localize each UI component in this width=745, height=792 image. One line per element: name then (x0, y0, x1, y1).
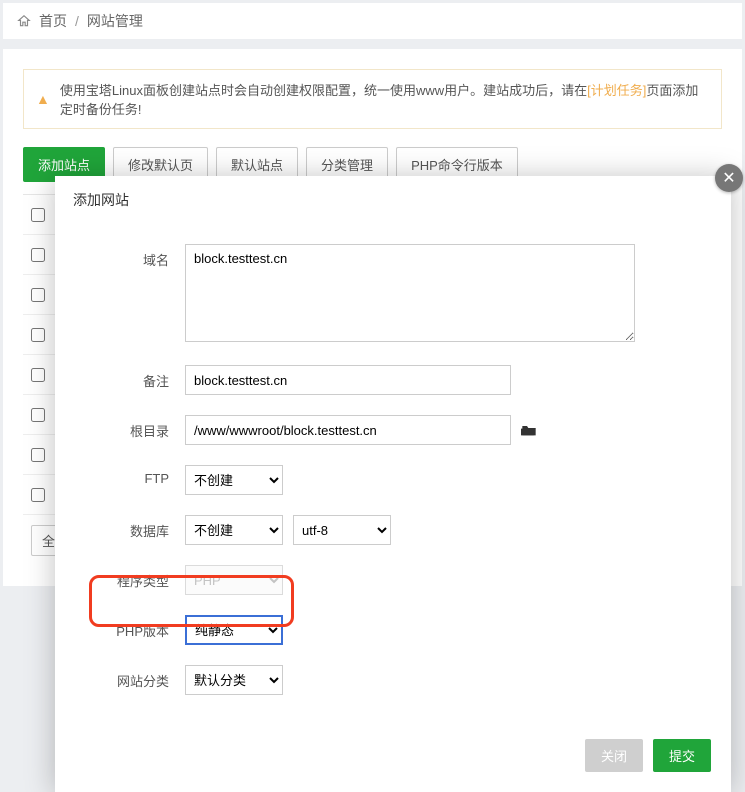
program-select: PHP (185, 565, 283, 595)
label-domain: 域名 (95, 244, 185, 269)
label-database: 数据库 (95, 515, 185, 540)
label-category: 网站分类 (95, 665, 185, 690)
remark-input[interactable] (185, 365, 511, 395)
label-program: 程序类型 (95, 565, 185, 590)
folder-icon[interactable] (521, 423, 537, 437)
category-select[interactable]: 默认分类 (185, 665, 283, 695)
form-row-domain: 域名 (95, 244, 691, 345)
form-row-ftp: FTP 不创建 (95, 465, 691, 495)
ftp-select[interactable]: 不创建 (185, 465, 283, 495)
add-site-modal: ✕ 添加网站 域名 备注 根目录 FTP 不创建 (55, 176, 731, 792)
form-row-php: PHP版本 纯静态 (95, 615, 691, 645)
modal-title: 添加网站 (55, 176, 731, 224)
database-select[interactable]: 不创建 (185, 515, 283, 545)
label-remark: 备注 (95, 365, 185, 390)
php-version-select[interactable]: 纯静态 (185, 615, 283, 645)
label-root: 根目录 (95, 415, 185, 440)
root-input[interactable] (185, 415, 511, 445)
label-php: PHP版本 (95, 615, 185, 640)
form-row-program: 程序类型 PHP (95, 565, 691, 595)
modal-body: 域名 备注 根目录 FTP 不创建 数据库 (55, 224, 731, 725)
form-row-category: 网站分类 默认分类 (95, 665, 691, 695)
charset-select[interactable]: utf-8 (293, 515, 391, 545)
modal-footer: 关闭 提交 (55, 725, 731, 792)
form-row-remark: 备注 (95, 365, 691, 395)
form-row-database: 数据库 不创建 utf-8 (95, 515, 691, 545)
label-ftp: FTP (95, 465, 185, 486)
close-icon[interactable]: ✕ (715, 164, 743, 192)
domain-textarea[interactable] (185, 244, 635, 342)
form-row-root: 根目录 (95, 415, 691, 445)
